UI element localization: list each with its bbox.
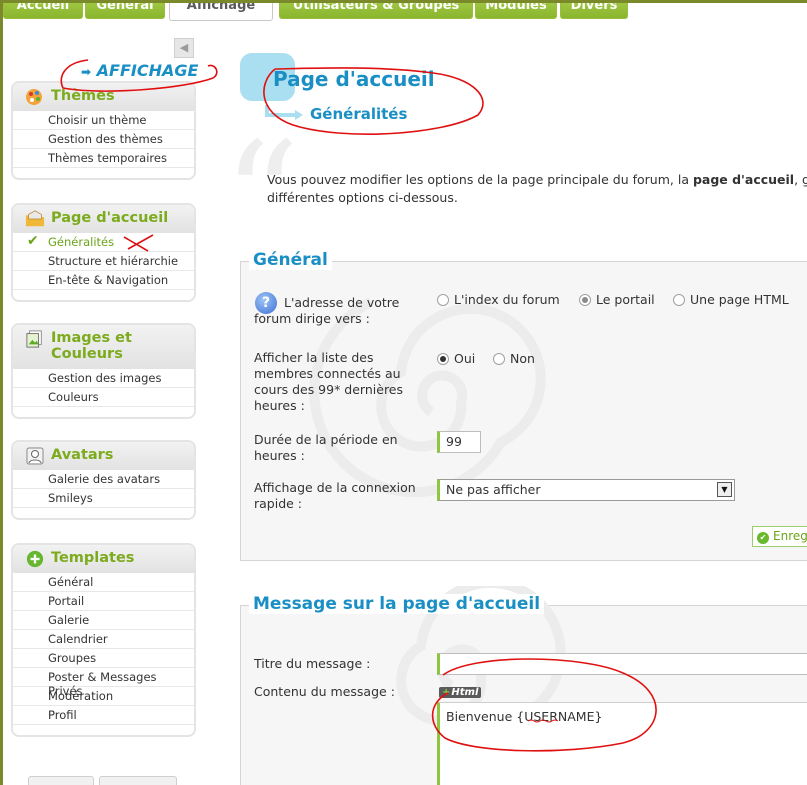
chevron-left-icon: ◀	[179, 41, 189, 54]
radio-label: Une page HTML	[690, 292, 789, 307]
menu-item-gestion-images[interactable]: Gestion des images	[13, 369, 194, 388]
menu-head-themes[interactable]: Thèmes	[13, 83, 194, 111]
sidebar-title: ➡ AFFICHAGE	[81, 61, 198, 80]
menu-head-label: Thèmes	[51, 88, 115, 104]
menu-item-themes-temporaires[interactable]: Thèmes temporaires	[13, 149, 194, 168]
menu-item-generalites[interactable]: ✔ Généralités	[13, 233, 194, 252]
menu-item-tpl-poster-mp[interactable]: Poster & Messages Privés	[13, 668, 194, 698]
menu-item-entete-navigation[interactable]: En-tête & Navigation	[13, 271, 194, 290]
quick-login-label: Affichage de la connexion rapide :	[254, 480, 416, 511]
message-content-textarea[interactable]: Bienvenue {USERNAME}	[437, 702, 807, 785]
radio-button[interactable]	[437, 353, 449, 365]
save-button[interactable]: ✔ Enreg	[752, 526, 807, 547]
intro-text-part: Vous pouvez modifier les options de la p…	[267, 172, 693, 187]
html-mode-button[interactable]: +Html	[439, 687, 482, 698]
menu-head-label: Avatars	[51, 447, 114, 463]
forum-address-label: L'adresse de votre forum dirige vers :	[254, 295, 400, 326]
show-connected-label: Afficher la liste des membres connectés …	[254, 350, 404, 413]
radio-label: Le portail	[596, 292, 655, 307]
page-subtitle: Généralités	[310, 105, 408, 123]
menu-head-images-couleurs[interactable]: Images et Couleurs	[13, 325, 194, 369]
menu-item-label: Généralités	[48, 235, 115, 249]
menu-templates: Templates Général Portail Galerie Calend…	[11, 543, 196, 737]
tab-utilisateurs-groupes[interactable]: Utilisateurs & Groupes	[279, 3, 473, 19]
menu-images-couleurs: Images et Couleurs Gestion des images Co…	[11, 323, 196, 419]
menu-head-label: Images et Couleurs	[51, 330, 132, 362]
intro-text-bold: page d'accueil	[692, 172, 795, 187]
fieldset-general: Général ? L'adresse de votre forum dirig…	[240, 250, 807, 561]
menu-head-page-accueil[interactable]: Page d'accueil	[13, 205, 194, 233]
page-title: Page d'accueil	[273, 67, 435, 91]
palette-icon	[26, 89, 42, 105]
save-button-label: Enreg	[773, 529, 807, 543]
menu-item-tpl-galerie[interactable]: Galerie	[13, 611, 194, 630]
radio-index-forum[interactable]: L'index du forum	[437, 292, 560, 307]
radio-button[interactable]	[579, 294, 591, 306]
sidebar-bottom-button-left[interactable]	[28, 776, 94, 785]
menu-item-gestion-themes[interactable]: Gestion des thèmes	[13, 130, 194, 149]
menu-item-tpl-general[interactable]: Général	[13, 573, 194, 592]
menu-themes: Thèmes Choisir un thème Gestion des thèm…	[11, 81, 196, 180]
menu-page-accueil: Page d'accueil ✔ Généralités Structure e…	[11, 203, 196, 302]
message-title-label: Titre du message :	[254, 656, 371, 671]
message-title-input[interactable]	[437, 653, 807, 675]
images-icon	[26, 330, 42, 348]
tab-divers[interactable]: Divers	[560, 3, 628, 19]
fieldset-message: Message sur la page d'accueil Titre du m…	[240, 586, 807, 785]
top-tab-bar: Accueil Général Affichage Utilisateurs &…	[3, 3, 807, 23]
radio-button[interactable]	[493, 353, 505, 365]
radio-non[interactable]: Non	[493, 351, 535, 366]
menu-item-couleurs[interactable]: Couleurs	[13, 388, 194, 407]
radio-portail[interactable]: Le portail	[579, 292, 655, 307]
menu-head-label: Page d'accueil	[51, 210, 169, 226]
menu-item-tpl-calendrier[interactable]: Calendrier	[13, 630, 194, 649]
intro-text: Vous pouvez modifier les options de la p…	[267, 171, 807, 207]
sidebar-bottom-button-right[interactable]	[99, 776, 177, 785]
menu-item-structure-hierarchie[interactable]: Structure et hiérarchie	[13, 252, 194, 271]
folder-home-icon	[25, 210, 45, 227]
menu-avatars: Avatars Galerie des avatars Smileys	[11, 440, 196, 520]
radio-page-html[interactable]: Une page HTML	[673, 292, 789, 307]
menu-item-tpl-groupes[interactable]: Groupes	[13, 649, 194, 668]
menu-item-galerie-avatars[interactable]: Galerie des avatars	[13, 470, 194, 489]
menu-item-choisir-theme[interactable]: Choisir un thème	[13, 111, 194, 130]
radio-button[interactable]	[437, 294, 449, 306]
select-value: Ne pas afficher	[446, 482, 541, 497]
message-content-label: Contenu du message :	[254, 684, 395, 699]
duration-label: Durée de la période en heures :	[254, 432, 398, 463]
plus-circle-icon	[26, 550, 44, 568]
plus-icon: +	[442, 687, 451, 698]
radio-label: Oui	[454, 351, 476, 366]
tab-general[interactable]: Général	[85, 3, 165, 19]
menu-head-label: Templates	[51, 550, 135, 566]
avatar-icon	[26, 447, 44, 465]
radio-button[interactable]	[673, 294, 685, 306]
menu-head-avatars[interactable]: Avatars	[13, 442, 194, 470]
duration-input[interactable]: 99	[437, 431, 481, 453]
intro-text-part: , gr	[794, 172, 807, 187]
tab-accueil[interactable]: Accueil	[3, 3, 83, 19]
sidebar-title-text: AFFICHAGE	[96, 61, 199, 80]
radio-oui[interactable]: Oui	[437, 351, 475, 366]
app-frame: Accueil Général Affichage Utilisateurs &…	[3, 3, 807, 785]
intro-text-line2: différentes options ci-dessous.	[267, 190, 458, 205]
menu-item-tpl-profil[interactable]: Profil	[13, 706, 194, 725]
html-badge-label: Html	[451, 687, 479, 698]
legend-message: Message sur la page d'accueil	[249, 594, 545, 614]
menu-item-tpl-portail[interactable]: Portail	[13, 592, 194, 611]
radio-label: Non	[510, 351, 535, 366]
dropdown-arrow-icon[interactable]: ▼	[717, 482, 732, 497]
radio-label: L'index du forum	[454, 292, 560, 307]
quick-login-select[interactable]: Ne pas afficher ▼	[437, 479, 735, 501]
arrow-right-icon: ➡	[81, 65, 92, 79]
collapse-sidebar-button[interactable]: ◀	[174, 38, 194, 58]
checkmark-icon: ✔	[27, 233, 39, 249]
tab-affichage[interactable]: Affichage	[169, 3, 273, 21]
menu-item-tpl-moderation[interactable]: Modération	[13, 687, 194, 706]
menu-item-smileys[interactable]: Smileys	[13, 489, 194, 508]
menu-head-templates[interactable]: Templates	[13, 545, 194, 573]
check-circle-icon: ✔	[757, 532, 769, 544]
legend-general: Général	[249, 250, 332, 270]
tab-modules[interactable]: Modules	[475, 3, 557, 19]
